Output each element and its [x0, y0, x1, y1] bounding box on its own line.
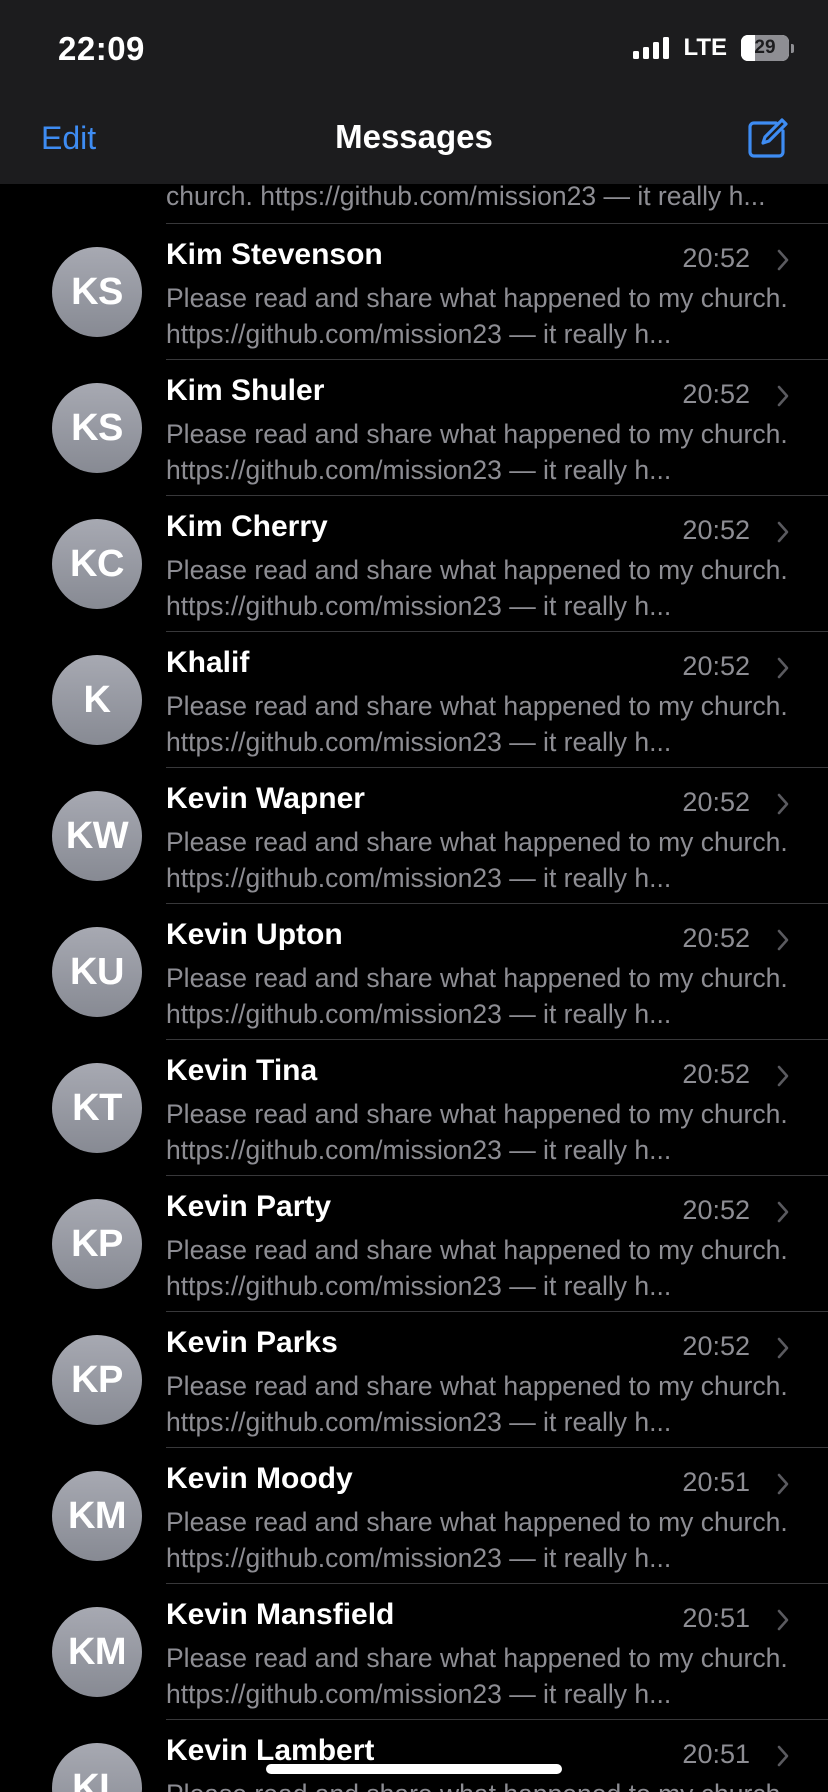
message-preview: Please read and share what happened to m… — [166, 283, 788, 349]
navigation-bar: Edit Messages — [0, 100, 828, 184]
network-type: LTE — [683, 34, 727, 61]
message-time: 20:52 — [682, 379, 750, 409]
conversation-row[interactable]: KM Kevin Moody 20:51 Please read and share … — [0, 1448, 828, 1584]
chevron-right-icon — [777, 929, 789, 951]
message-time: 20:51 — [682, 1603, 750, 1633]
conversation-row[interactable]: KP Kevin Parks 20:52 Please read and share … — [0, 1312, 828, 1448]
contact-avatar: K — [52, 655, 142, 745]
chevron-right-icon — [777, 1473, 789, 1495]
contact-avatar: KT — [52, 1063, 142, 1153]
message-time: 20:51 — [682, 1467, 750, 1497]
contact-name: Khalif — [166, 646, 250, 679]
contact-name: Kevin Lambert — [166, 1734, 375, 1767]
cellular-signal-icon — [633, 37, 670, 59]
message-time: 20:51 — [682, 1739, 750, 1769]
contact-avatar: KS — [52, 247, 142, 337]
contact-name: Kim Shuler — [166, 374, 325, 407]
contact-name: Kevin Wapner — [166, 782, 365, 815]
message-preview: Please read and share what happened to m… — [166, 1507, 788, 1573]
page-title: Messages — [335, 118, 493, 155]
conversation-row[interactable]: KT Kevin Tina 20:52 Please read and share w… — [0, 1040, 828, 1176]
message-time: 20:52 — [682, 1195, 750, 1225]
contact-avatar: KU — [52, 927, 142, 1017]
contact-avatar: KP — [52, 1335, 142, 1425]
message-preview: Please read and share what happened to m… — [166, 555, 788, 621]
message-preview: Please read and share what happened to m… — [166, 419, 788, 485]
compose-icon[interactable] — [746, 116, 790, 160]
chevron-right-icon — [777, 1201, 789, 1223]
contact-avatar: KW — [52, 791, 142, 881]
conversation-list[interactable]: church. https://github.com/mission23 — i… — [0, 92, 828, 1792]
contact-name: Kevin Mansfield — [166, 1598, 395, 1631]
chevron-right-icon — [777, 1337, 789, 1359]
status-indicators: LTE 29 — [633, 34, 794, 62]
message-time: 20:52 — [682, 923, 750, 953]
message-time: 20:52 — [682, 651, 750, 681]
conversation-row[interactable]: KU Kevin Upton 20:52 Please read and share … — [0, 904, 828, 1040]
message-preview: Please read and share what happened to m… — [166, 963, 788, 1029]
contact-avatar: KM — [52, 1607, 142, 1697]
contact-avatar: KM — [52, 1471, 142, 1561]
message-time: 20:52 — [682, 515, 750, 545]
conversation-row[interactable]: KM Kevin Mansfield 20:51 Please read and sh… — [0, 1584, 828, 1720]
chevron-right-icon — [777, 249, 789, 271]
conversation-row[interactable]: KL Kevin Lambert 20:51 Please read and shar… — [0, 1720, 828, 1792]
conversation-row[interactable]: KC Kim Cherry 20:52 Please read and share w… — [0, 496, 828, 632]
contact-avatar: KP — [52, 1199, 142, 1289]
chevron-right-icon — [777, 657, 789, 679]
chevron-right-icon — [777, 1065, 789, 1087]
status-bar: 22:09 LTE 29 — [0, 0, 828, 100]
contact-name: Kim Stevenson — [166, 238, 383, 271]
home-indicator[interactable] — [266, 1764, 562, 1774]
message-time: 20:52 — [682, 1059, 750, 1089]
battery-percent: 29 — [754, 37, 776, 58]
contact-name: Kevin Parks — [166, 1326, 338, 1359]
chevron-right-icon — [777, 793, 789, 815]
contact-avatar: KL — [52, 1743, 142, 1792]
message-preview: Please read and share what happened to m… — [166, 1099, 788, 1165]
message-preview: Please read and share what happened to m… — [166, 1371, 788, 1437]
message-preview: Please read and share what happened to m… — [166, 691, 788, 757]
chevron-right-icon — [777, 385, 789, 407]
battery-icon: 29 — [741, 35, 794, 61]
message-time: 20:52 — [682, 787, 750, 817]
message-time: 20:52 — [682, 243, 750, 273]
message-preview: Please read and share what happened to m… — [166, 1776, 788, 1792]
conversation-row[interactable]: KW Kevin Wapner 20:52 Please read and share… — [0, 768, 828, 904]
conversation-row[interactable]: KP Kevin Party 20:52 Please read and share … — [0, 1176, 828, 1312]
message-preview: Please read and share what happened to m… — [166, 1235, 788, 1301]
conversation-row[interactable]: KS Kim Shuler 20:52 Please read and share w… — [0, 360, 828, 496]
contact-avatar: KC — [52, 519, 142, 609]
chevron-right-icon — [777, 521, 789, 543]
contact-name: Kevin Tina — [166, 1054, 318, 1087]
conversation-row[interactable]: K Khalif 20:52 Please read and share what h… — [0, 632, 828, 768]
contact-avatar: KS — [52, 383, 142, 473]
messages-screen: church. https://github.com/mission23 — i… — [0, 0, 828, 1792]
chevron-right-icon — [777, 1609, 789, 1631]
contact-name: Kevin Party — [166, 1190, 332, 1223]
message-time: 20:52 — [682, 1331, 750, 1361]
contact-name: Kevin Moody — [166, 1462, 353, 1495]
conversation-row[interactable]: KS Kim Stevenson 20:52 Please read and shar… — [0, 224, 828, 360]
header: 22:09 LTE 29 Edit Messages — [0, 0, 828, 184]
message-preview: Please read and share what happened to m… — [166, 827, 788, 893]
status-time: 22:09 — [58, 30, 145, 67]
contact-name: Kim Cherry — [166, 510, 328, 543]
chevron-right-icon — [777, 1745, 789, 1767]
contact-name: Kevin Upton — [166, 918, 343, 951]
message-preview: Please read and share what happened to m… — [166, 1643, 788, 1709]
